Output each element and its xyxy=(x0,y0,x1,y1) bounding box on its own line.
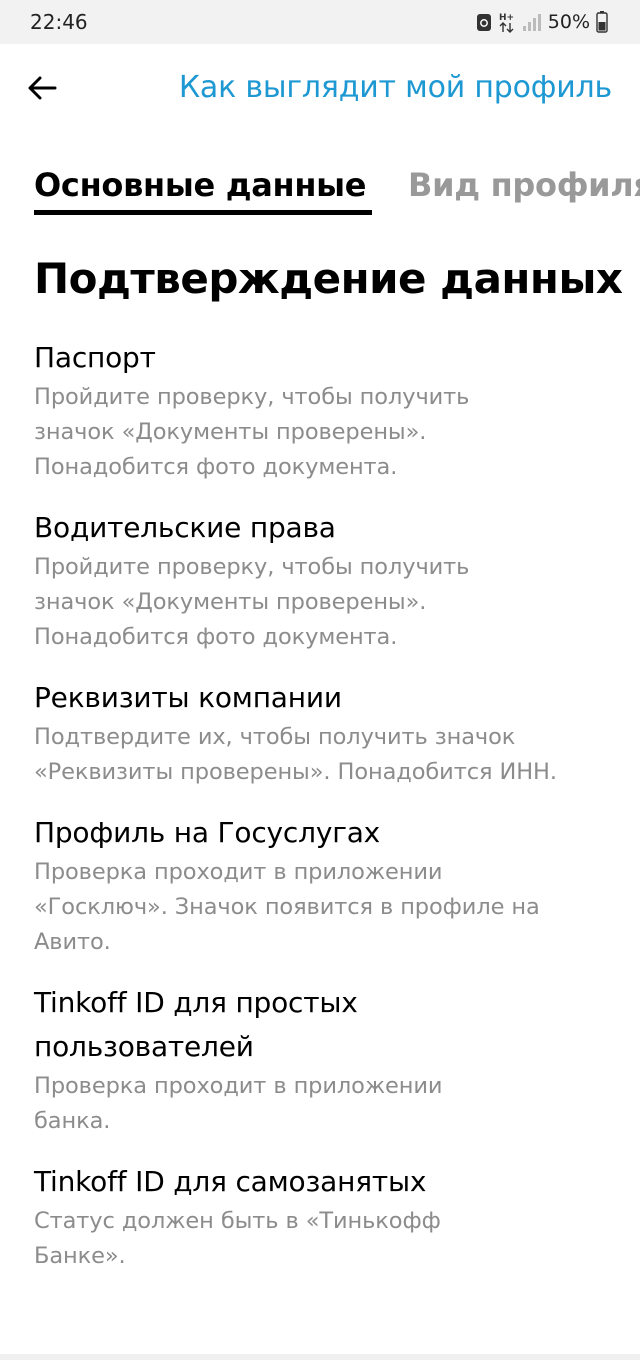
item-description: Проверка проходит в приложении банка. xyxy=(34,1073,443,1134)
verification-list: Паспорт Пройдите проверку, чтобы получит… xyxy=(34,336,624,1295)
item-title: Tinkoff ID для самозанятых xyxy=(34,1165,427,1198)
top-bar: Как выглядит мой профиль xyxy=(0,44,640,136)
battery-icon xyxy=(596,11,608,33)
item-title: Паспорт xyxy=(34,341,156,374)
item-title: Профиль на Госуслугах xyxy=(34,816,381,849)
status-icons: H+ 50% xyxy=(476,9,608,35)
svg-text:H+: H+ xyxy=(499,13,514,23)
item-description: Пройдите проверку, чтобы получить значок… xyxy=(34,384,470,480)
sync-icon xyxy=(476,12,492,32)
item-title: Tinkoff ID для простых пользователей xyxy=(34,986,358,1063)
bottom-nav-edge xyxy=(0,1354,640,1360)
item-title: Реквизиты компании xyxy=(34,681,342,714)
list-item-gosuslugi[interactable]: Профиль на Госуслугах Проверка проходит … xyxy=(34,811,624,960)
profile-tabs: Основные данные Вид профиля xyxy=(0,160,640,220)
signal-icon xyxy=(522,12,542,32)
list-item-company-details[interactable]: Реквизиты компании Подтвердите их, чтобы… xyxy=(34,676,624,790)
tab-profile-view[interactable]: Вид профиля xyxy=(408,166,640,204)
active-tab-indicator xyxy=(34,210,372,215)
list-item-tinkoff-id-self-employed[interactable]: Tinkoff ID для самозанятых Статус должен… xyxy=(34,1160,624,1274)
status-time: 22:46 xyxy=(30,10,88,34)
battery-percent: 50% xyxy=(547,11,590,33)
item-description: Подтвердите их, чтобы получить значок «Р… xyxy=(34,724,557,785)
item-title: Водительские права xyxy=(34,511,336,544)
arrow-left-icon xyxy=(27,75,57,105)
how-my-profile-looks-link[interactable]: Как выглядит мой профиль xyxy=(179,70,612,105)
back-button[interactable] xyxy=(22,72,62,108)
item-description: Проверка проходит в приложении «Госключ»… xyxy=(34,859,540,955)
list-item-tinkoff-id-users[interactable]: Tinkoff ID для простых пользователей Про… xyxy=(34,981,624,1139)
network-hplus-icon: H+ xyxy=(498,11,516,33)
list-item-drivers-license[interactable]: Водительские права Пройдите проверку, чт… xyxy=(34,506,624,655)
item-description: Пройдите проверку, чтобы получить значок… xyxy=(34,554,470,650)
list-item-passport[interactable]: Паспорт Пройдите проверку, чтобы получит… xyxy=(34,336,624,485)
section-title: Подтверждение данных xyxy=(34,254,623,303)
status-bar: 22:46 H+ 50% xyxy=(0,0,640,44)
tab-basic-data[interactable]: Основные данные xyxy=(34,166,367,204)
item-description: Статус должен быть в «Тинькофф Банке». xyxy=(34,1208,441,1269)
